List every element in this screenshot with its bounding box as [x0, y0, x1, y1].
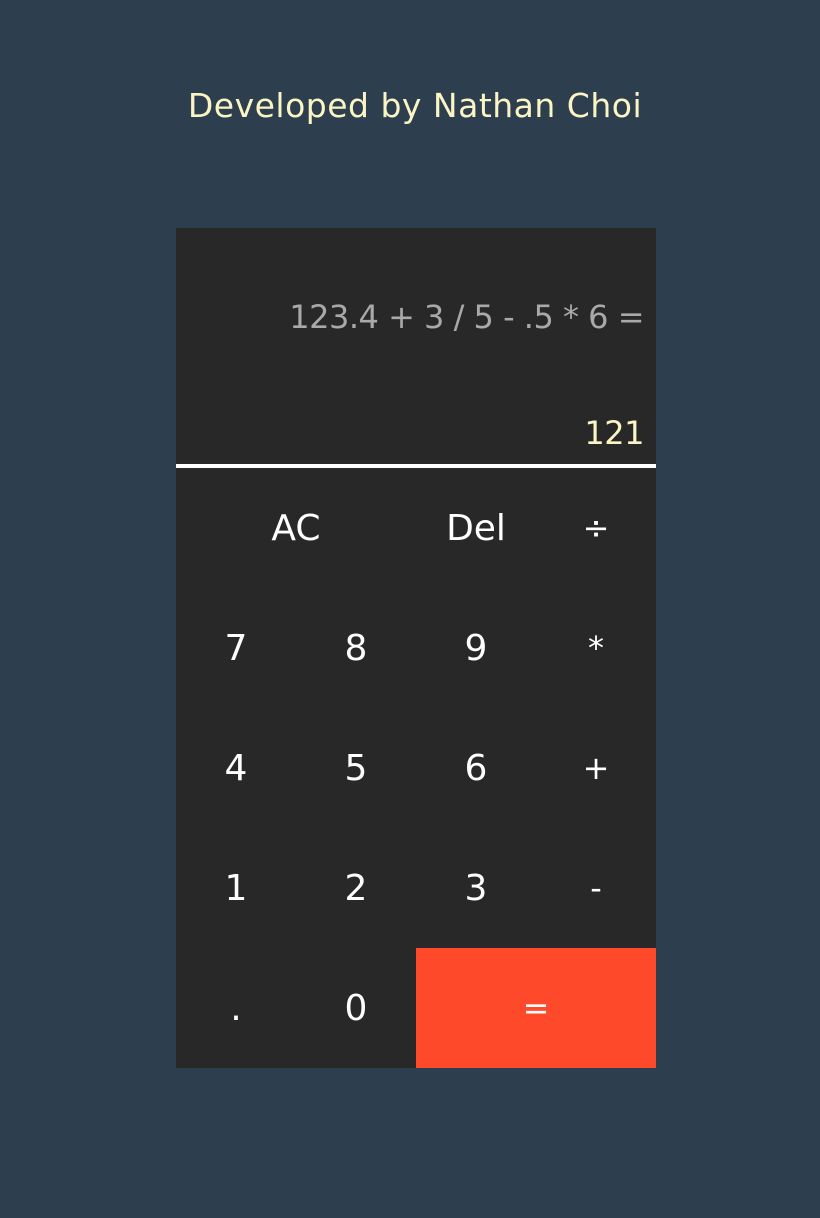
expression-display: 123.4 + 3 / 5 - .5 * 6 = [289, 298, 644, 336]
digit-6-button[interactable]: 6 [416, 708, 536, 828]
all-clear-button[interactable]: AC [176, 468, 416, 588]
keypad: AC Del ÷ 7 8 9 * 4 5 6 + 1 2 3 - . 0 = [176, 468, 656, 1068]
digit-9-button[interactable]: 9 [416, 588, 536, 708]
developer-credit: Developed by Nathan Choi [187, 86, 643, 125]
delete-button[interactable]: Del [416, 468, 536, 588]
digit-3-button[interactable]: 3 [416, 828, 536, 948]
subtract-button[interactable]: - [536, 828, 656, 948]
digit-8-button[interactable]: 8 [296, 588, 416, 708]
digit-4-button[interactable]: 4 [176, 708, 296, 828]
digit-0-button[interactable]: 0 [296, 948, 416, 1068]
divide-button[interactable]: ÷ [536, 468, 656, 588]
result-display: 121 [584, 414, 644, 452]
calculator: 123.4 + 3 / 5 - .5 * 6 = 121 AC Del ÷ 7 … [176, 228, 656, 1068]
calculator-display: 123.4 + 3 / 5 - .5 * 6 = 121 [176, 228, 656, 468]
add-button[interactable]: + [536, 708, 656, 828]
digit-5-button[interactable]: 5 [296, 708, 416, 828]
digit-2-button[interactable]: 2 [296, 828, 416, 948]
digit-1-button[interactable]: 1 [176, 828, 296, 948]
digit-7-button[interactable]: 7 [176, 588, 296, 708]
equals-button[interactable]: = [416, 948, 656, 1068]
multiply-button[interactable]: * [536, 588, 656, 708]
decimal-button[interactable]: . [176, 948, 296, 1068]
